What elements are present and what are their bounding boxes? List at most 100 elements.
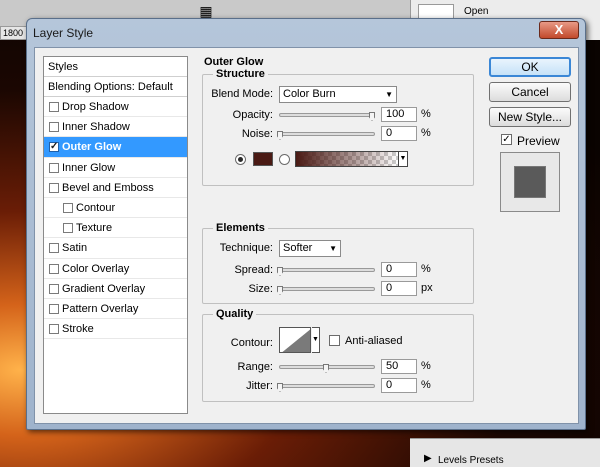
- style-checkbox[interactable]: [49, 283, 59, 294]
- opacity-unit: %: [421, 108, 431, 120]
- blending-options-item[interactable]: Blending Options: Default: [44, 77, 187, 97]
- levels-presets-label[interactable]: Levels Presets: [438, 455, 504, 466]
- style-item-label: Inner Glow: [62, 161, 116, 174]
- cancel-button[interactable]: Cancel: [489, 82, 571, 102]
- spread-label: Spread:: [234, 264, 273, 276]
- style-item-inner-glow[interactable]: Inner Glow: [44, 158, 187, 178]
- spread-slider-track[interactable]: [279, 268, 375, 272]
- style-item-bevel-and-emboss[interactable]: Bevel and Emboss: [44, 178, 187, 198]
- style-checkbox[interactable]: [49, 303, 59, 314]
- size-unit: px: [421, 282, 433, 294]
- glow-color-swatch[interactable]: [253, 152, 273, 166]
- jitter-label: Jitter:: [246, 380, 273, 392]
- style-item-gradient-overlay[interactable]: Gradient Overlay: [44, 279, 187, 299]
- jitter-slider-thumb[interactable]: [277, 383, 283, 392]
- style-item-satin[interactable]: Satin: [44, 238, 187, 259]
- style-item-pattern-overlay[interactable]: Pattern Overlay: [44, 299, 187, 320]
- quality-title: Quality: [213, 308, 257, 320]
- opacity-slider-track[interactable]: [279, 113, 375, 117]
- size-input[interactable]: 0: [381, 281, 417, 296]
- style-item-inner-shadow[interactable]: Inner Shadow: [44, 117, 187, 138]
- ok-button[interactable]: OK: [489, 57, 571, 77]
- jitter-slider-track[interactable]: [279, 384, 375, 388]
- style-checkbox[interactable]: [63, 202, 73, 213]
- size-slider-track[interactable]: [279, 287, 375, 291]
- technique-dropdown[interactable]: Softer ▼: [279, 240, 341, 257]
- style-item-label: Texture: [76, 222, 113, 235]
- anti-aliased-checkbox[interactable]: [329, 335, 340, 346]
- spread-input[interactable]: 0: [381, 262, 417, 277]
- structure-group: Structure Blend Mode: Color Burn ▼ Opaci…: [202, 68, 474, 186]
- style-item-stroke[interactable]: Stroke: [44, 319, 187, 340]
- style-item-contour[interactable]: Contour: [44, 198, 187, 219]
- blend-mode-label: Blend Mode:: [211, 88, 273, 100]
- style-checkbox[interactable]: [63, 223, 73, 234]
- style-item-label: Drop Shadow: [62, 101, 129, 113]
- opacity-input[interactable]: 100: [381, 107, 417, 122]
- style-checkbox[interactable]: ✓: [49, 142, 59, 153]
- gradient-radio[interactable]: [279, 154, 290, 165]
- style-item-label: Pattern Overlay: [62, 302, 139, 315]
- noise-label: Noise:: [241, 128, 273, 140]
- quality-group: Quality Contour: ▼ Anti-aliased Range: 5…: [202, 308, 474, 402]
- style-checkbox[interactable]: [49, 182, 59, 193]
- gradient-picker[interactable]: [295, 151, 399, 167]
- contour-picker[interactable]: [279, 327, 311, 353]
- style-preview: [500, 152, 560, 212]
- range-slider-thumb[interactable]: [323, 364, 329, 373]
- style-item-label: Inner Shadow: [62, 121, 130, 134]
- style-checkbox[interactable]: [49, 162, 59, 173]
- chevron-down-icon: ▼: [329, 244, 337, 253]
- style-item-label: Stroke: [62, 323, 94, 336]
- style-item-label: Outer Glow: [62, 141, 122, 154]
- close-button[interactable]: X: [539, 21, 579, 39]
- jitter-unit: %: [421, 379, 431, 391]
- style-item-outer-glow[interactable]: ✓ Outer Glow: [44, 137, 187, 158]
- style-item-label: Satin: [62, 242, 88, 255]
- opacity-slider-thumb[interactable]: [369, 112, 375, 121]
- dialog-title: Layer Style: [33, 26, 94, 40]
- layer-style-dialog: Layer Style X Styles Blending Options: D…: [26, 18, 586, 430]
- style-checkbox[interactable]: [49, 263, 59, 274]
- jitter-input[interactable]: 0: [381, 378, 417, 393]
- expand-arrow-icon[interactable]: ▶: [424, 453, 432, 464]
- outer-glow-panel: Outer Glow Structure Blend Mode: Color B…: [198, 56, 480, 414]
- style-item-color-overlay[interactable]: Color Overlay: [44, 259, 187, 279]
- contour-dropdown-icon[interactable]: ▼: [312, 327, 320, 353]
- dialog-client: Styles Blending Options: Default Drop Sh…: [34, 47, 579, 424]
- anti-aliased-label: Anti-aliased: [345, 335, 403, 347]
- style-item-label: Color Overlay: [62, 262, 130, 275]
- style-checkbox[interactable]: [49, 324, 59, 335]
- blend-mode-dropdown[interactable]: Color Burn ▼: [279, 86, 397, 103]
- structure-title: Structure: [213, 68, 268, 80]
- new-style-button[interactable]: New Style...: [489, 107, 571, 127]
- spread-slider-thumb[interactable]: [277, 267, 283, 276]
- style-item-texture[interactable]: Texture: [44, 218, 187, 239]
- open-label[interactable]: Open: [464, 6, 488, 17]
- size-slider-thumb[interactable]: [277, 286, 283, 295]
- style-item-drop-shadow[interactable]: Drop Shadow: [44, 97, 187, 118]
- panel-title: Outer Glow: [204, 56, 264, 68]
- blend-mode-value: Color Burn: [283, 88, 336, 100]
- range-label: Range:: [237, 361, 273, 373]
- styles-header[interactable]: Styles: [44, 57, 187, 77]
- solid-color-radio[interactable]: [235, 154, 246, 165]
- noise-slider-thumb[interactable]: [277, 131, 283, 140]
- opacity-label: Opacity:: [232, 109, 273, 121]
- preview-label: Preview: [517, 134, 560, 148]
- chevron-down-icon: ▼: [385, 90, 393, 99]
- preview-swatch: [514, 166, 546, 198]
- noise-input[interactable]: 0: [381, 126, 417, 141]
- style-checkbox[interactable]: [49, 243, 59, 254]
- noise-unit: %: [421, 127, 431, 139]
- range-input[interactable]: 50: [381, 359, 417, 374]
- style-checkbox[interactable]: [49, 102, 59, 112]
- noise-slider-track[interactable]: [279, 132, 375, 136]
- technique-label: Technique:: [219, 242, 273, 254]
- style-item-label: Gradient Overlay: [62, 282, 146, 295]
- gradient-dropdown-icon[interactable]: ▼: [398, 151, 408, 167]
- styles-list: Styles Blending Options: Default Drop Sh…: [43, 56, 188, 414]
- elements-group: Elements Technique: Softer ▼ Spread: 0 %…: [202, 222, 474, 304]
- preview-checkbox[interactable]: ✓: [501, 134, 512, 145]
- style-checkbox[interactable]: [49, 122, 59, 133]
